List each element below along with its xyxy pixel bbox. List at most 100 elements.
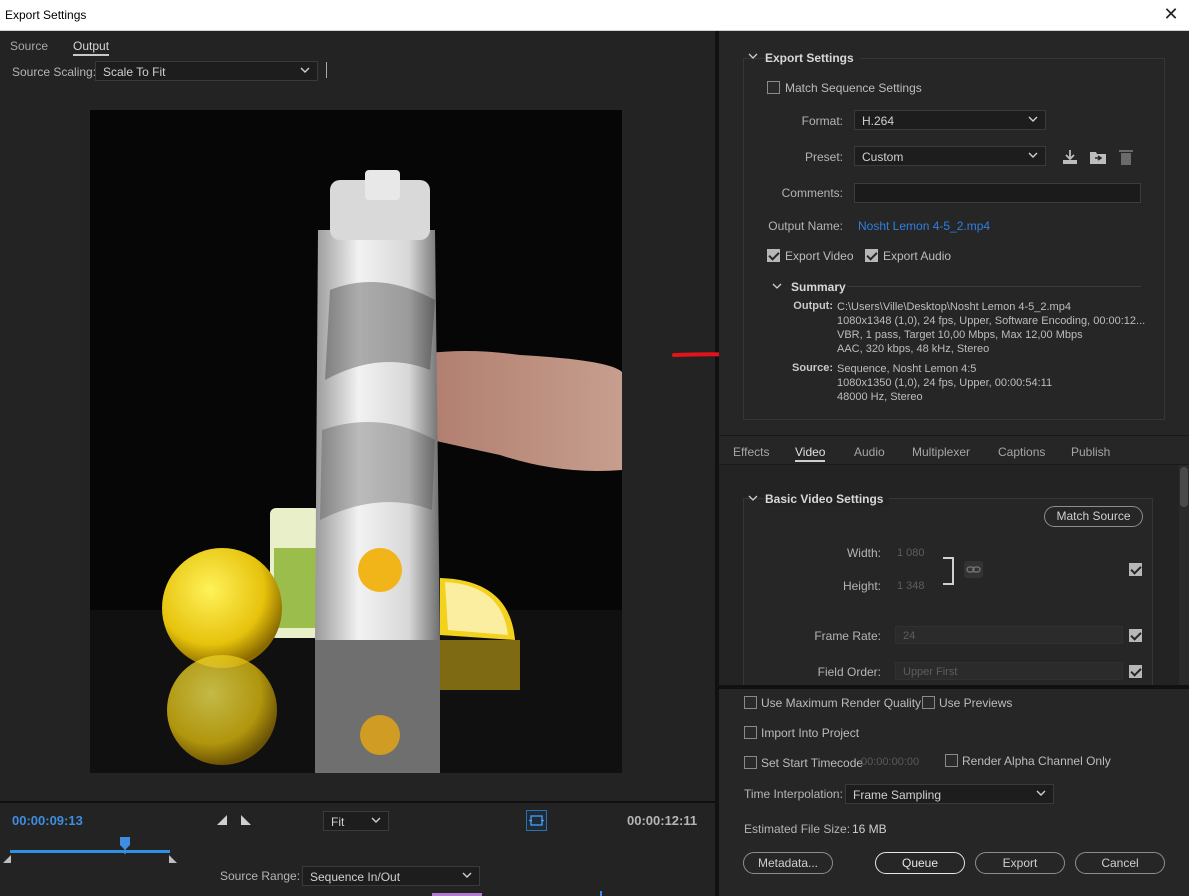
set-start-timecode-label: Set Start Timecode — [761, 756, 864, 770]
queue-button[interactable]: Queue — [875, 852, 965, 874]
delete-preset-icon[interactable] — [1118, 148, 1134, 166]
frame-rate-label: Frame Rate: — [814, 629, 881, 643]
tab-source[interactable]: Source — [10, 39, 48, 53]
use-previews-checkbox[interactable] — [922, 696, 935, 709]
zoom-value: Fit — [331, 815, 345, 829]
preview-pane: Source Output Source Scaling: Scale To F… — [0, 31, 717, 896]
divider — [719, 685, 1189, 689]
preview-frame-image — [90, 110, 622, 773]
height-label: Height: — [842, 579, 881, 593]
title-bar: Export Settings ✕ — [0, 0, 1189, 31]
summary-output-line: C:\Users\Ville\Desktop\Nosht Lemon 4-5_2… — [837, 301, 1071, 313]
field-order-label: Field Order: — [817, 665, 881, 679]
import-preset-icon[interactable] — [1089, 148, 1107, 166]
match-source-button[interactable]: Match Source — [1044, 506, 1143, 527]
field-order-checkbox[interactable] — [1129, 665, 1142, 678]
current-timecode[interactable]: 00:00:09:13 — [12, 813, 83, 828]
comments-label: Comments: — [781, 186, 843, 200]
timeline-track[interactable] — [10, 850, 170, 853]
tab-video[interactable]: Video — [795, 445, 826, 462]
source-scaling-value: Scale To Fit — [103, 65, 166, 79]
summary-source: Sequence, Nosht Lemon 4:5 1080x1350 (1,0… — [837, 362, 1167, 404]
window-title: Export Settings — [5, 8, 87, 22]
source-range-label: Source Range: — [220, 869, 301, 883]
aspect-correction-button[interactable] — [526, 810, 547, 831]
max-render-quality-checkbox[interactable] — [744, 696, 757, 709]
export-audio-checkbox[interactable] — [865, 249, 878, 262]
scrollbar-thumb[interactable] — [1180, 467, 1188, 507]
video-settings-scroll: Basic Video Settings Match Source Width:… — [719, 465, 1189, 685]
out-point-icon[interactable] — [168, 854, 178, 864]
render-alpha-checkbox[interactable] — [945, 754, 958, 767]
marker — [600, 891, 602, 896]
chevron-down-icon — [903, 678, 1115, 685]
tab-captions[interactable]: Captions — [998, 445, 1045, 459]
comments-input[interactable] — [854, 183, 1141, 203]
zoom-dropdown[interactable]: Fit — [323, 811, 389, 831]
estimated-size-label: Estimated File Size: — [744, 822, 851, 836]
comments-value — [855, 184, 1140, 190]
time-interpolation-value: Frame Sampling — [853, 788, 942, 802]
constrain-proportions-button[interactable] — [964, 561, 983, 578]
preset-label: Preset: — [804, 150, 843, 164]
source-range-dropdown[interactable]: Sequence In/Out — [302, 866, 480, 886]
settings-pane: Export Settings Match Sequence Settings … — [719, 31, 1189, 896]
mark-in-icon[interactable] — [216, 814, 228, 826]
basic-video-title: Basic Video Settings — [765, 492, 890, 506]
export-settings-title: Export Settings — [765, 51, 860, 65]
close-icon[interactable]: ✕ — [1161, 4, 1181, 24]
frame-rate-dropdown[interactable]: 24 — [895, 626, 1123, 644]
summary-divider — [847, 286, 1141, 287]
aspect-icon — [529, 815, 544, 826]
field-order-dropdown[interactable]: Upper First — [895, 662, 1123, 680]
chevron-down-icon[interactable] — [748, 493, 758, 503]
export-video-checkbox[interactable] — [767, 249, 780, 262]
source-scaling-label: Source Scaling: — [12, 65, 97, 79]
in-point-icon[interactable] — [2, 854, 12, 864]
metadata-button[interactable]: Metadata... — [743, 852, 833, 874]
import-into-project-label: Import Into Project — [761, 726, 860, 740]
preset-dropdown[interactable]: Custom — [854, 146, 1046, 166]
set-start-timecode-checkbox[interactable] — [744, 756, 757, 769]
summary-output-label: Output: — [793, 300, 833, 312]
tab-effects[interactable]: Effects — [733, 445, 769, 459]
chevron-down-icon — [300, 67, 310, 73]
height-value: 1 348 — [897, 580, 925, 592]
export-video-label: Export Video — [785, 249, 854, 263]
tab-multiplexer[interactable]: Multiplexer — [912, 445, 970, 459]
import-into-project-checkbox[interactable] — [744, 726, 757, 739]
cancel-button[interactable]: Cancel — [1075, 852, 1165, 874]
mark-out-icon[interactable] — [240, 814, 252, 826]
tab-publish[interactable]: Publish — [1071, 445, 1110, 459]
summary-output-line: VBR, 1 pass, Target 10,00 Mbps, Max 12,0… — [837, 329, 1083, 341]
tab-audio[interactable]: Audio — [854, 445, 885, 459]
link-icon — [966, 566, 981, 573]
chevron-down-icon[interactable] — [772, 281, 782, 291]
summary-source-line: 48000 Hz, Stereo — [837, 391, 923, 403]
tab-output[interactable]: Output — [73, 39, 110, 56]
format-dropdown[interactable]: H.264 — [854, 110, 1046, 130]
chevron-down-icon — [371, 817, 381, 823]
scrollbar[interactable] — [1179, 465, 1189, 685]
playhead-icon — [120, 837, 131, 854]
field-order-value: Upper First — [903, 666, 958, 678]
output-name-link[interactable]: Nosht Lemon 4-5_2.mp4 — [858, 219, 990, 233]
playhead[interactable] — [119, 836, 131, 857]
start-timecode-value[interactable]: 00:00:00:00 — [861, 756, 919, 768]
summary-source-line: Sequence, Nosht Lemon 4:5 — [837, 363, 977, 375]
use-previews-label: Use Previews — [939, 696, 1013, 710]
export-button[interactable]: Export — [975, 852, 1065, 874]
summary-source-line: 1080x1350 (1,0), 24 fps, Upper, 00:00:54… — [837, 377, 1053, 389]
transport-bar: 00:00:09:13 Fit 00:00:12:11 Source Range… — [0, 801, 717, 896]
chevron-down-icon[interactable] — [748, 51, 758, 61]
chevron-down-icon — [1028, 116, 1038, 122]
time-interpolation-dropdown[interactable]: Frame Sampling — [845, 784, 1054, 804]
match-sequence-checkbox[interactable] — [767, 81, 780, 94]
divider — [326, 62, 327, 78]
save-preset-icon[interactable] — [1061, 148, 1079, 166]
source-scaling-dropdown[interactable]: Scale To Fit — [95, 61, 318, 81]
divider — [719, 435, 1189, 436]
frame-rate-checkbox[interactable] — [1129, 629, 1142, 642]
time-interpolation-label: Time Interpolation: — [744, 787, 843, 801]
size-override-checkbox[interactable] — [1129, 563, 1142, 576]
